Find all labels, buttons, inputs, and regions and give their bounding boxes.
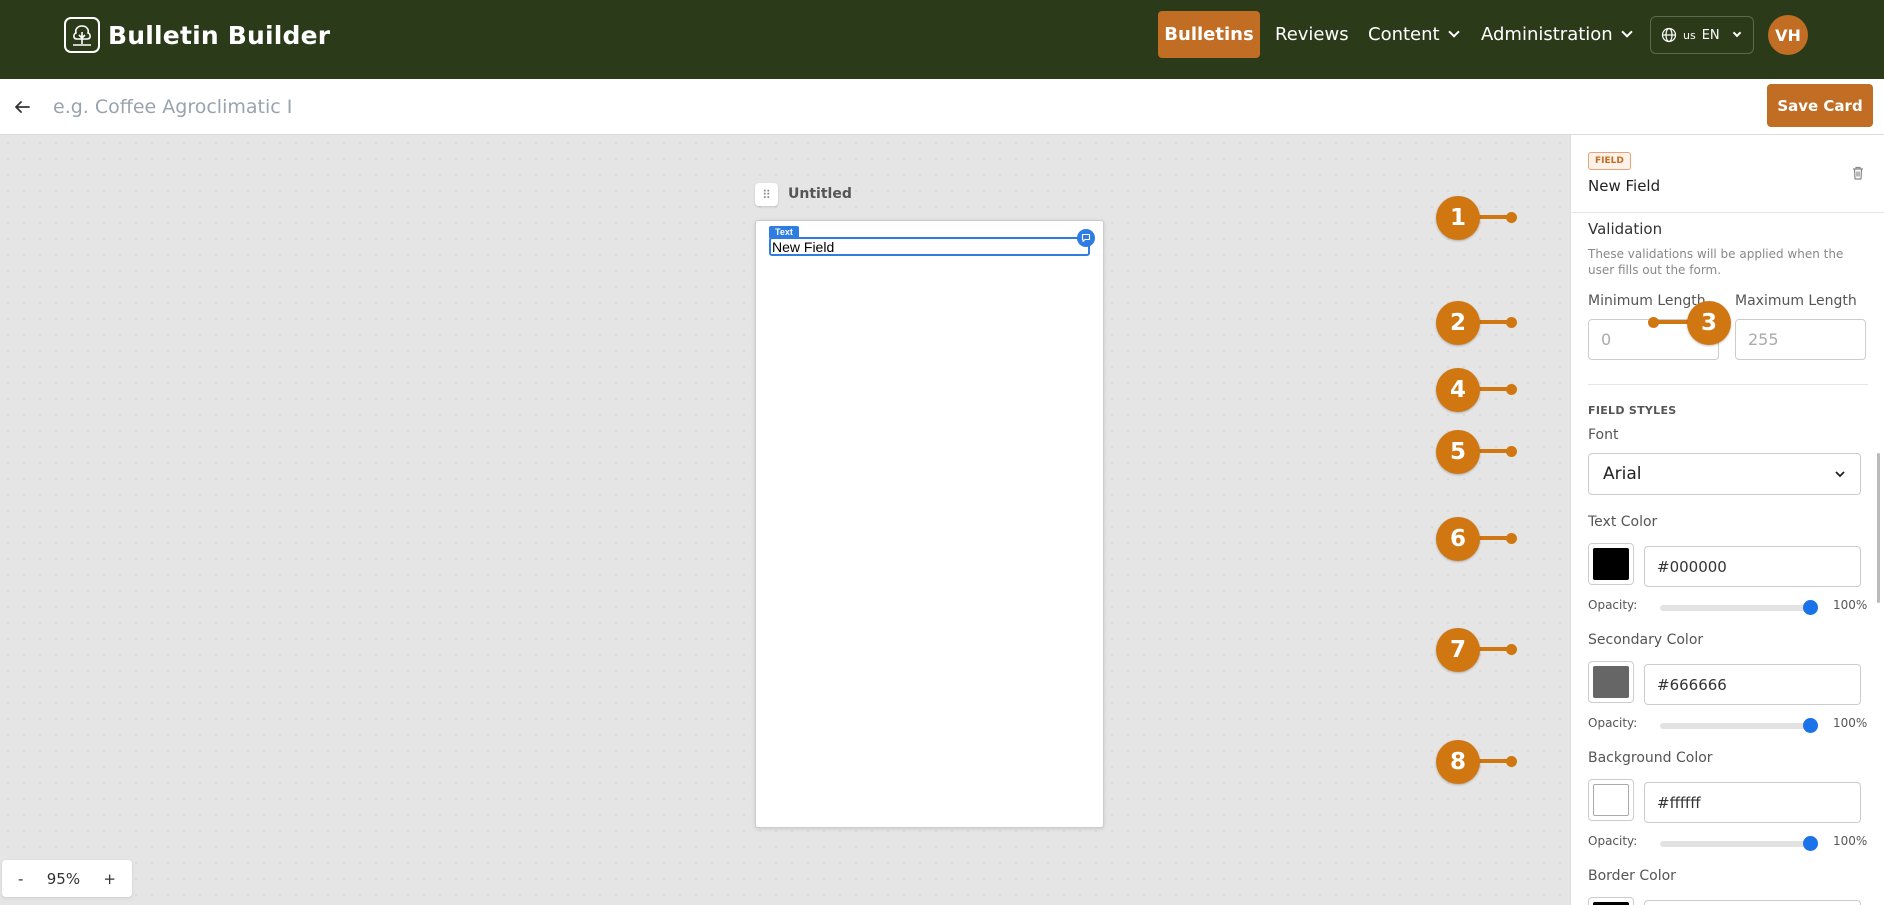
- background-color-swatch[interactable]: [1588, 779, 1634, 821]
- field-text: New Field: [772, 239, 835, 255]
- annotation-number: 7: [1436, 628, 1480, 672]
- language-selector[interactable]: us EN: [1650, 16, 1754, 54]
- secondary-opacity-slider[interactable]: [1660, 723, 1814, 729]
- text-color-label: Text Color: [1588, 514, 1658, 530]
- text-field[interactable]: New Field: [769, 237, 1090, 256]
- text-opacity-thumb[interactable]: [1803, 600, 1818, 615]
- zoom-in-button[interactable]: +: [103, 870, 116, 888]
- validation-help: These validations will be applied when t…: [1588, 247, 1844, 277]
- annotation-number: 6: [1436, 517, 1480, 561]
- globe-icon: [1661, 27, 1677, 43]
- background-opacity-slider[interactable]: [1660, 841, 1814, 847]
- app-title: Bulletin Builder: [108, 20, 331, 50]
- background-opacity-thumb[interactable]: [1803, 836, 1818, 851]
- nav-administration-label: Administration: [1481, 24, 1613, 45]
- chevron-down-icon: [1447, 26, 1460, 38]
- validation-heading: Validation: [1588, 220, 1663, 238]
- field-badge: FIELD: [1588, 152, 1631, 170]
- annotation-number: 8: [1436, 740, 1480, 784]
- bulletin-logo-icon: [64, 17, 100, 53]
- language-flag: us: [1683, 28, 1696, 42]
- card-title-input[interactable]: [53, 92, 653, 122]
- background-color-hex[interactable]: #ffffff: [1644, 782, 1861, 823]
- background-color-label: Background Color: [1588, 750, 1713, 766]
- arrow-left-icon: [15, 101, 30, 113]
- font-value: Arial: [1603, 464, 1642, 484]
- secondary-opacity-label: Opacity:: [1588, 716, 1638, 730]
- annotation-number: 4: [1436, 368, 1480, 412]
- back-button[interactable]: [10, 95, 34, 119]
- text-color-swatch[interactable]: [1588, 543, 1634, 585]
- nav-content-label: Content: [1368, 24, 1440, 45]
- chevron-down-icon: [1621, 26, 1633, 38]
- background-opacity-value: 100%: [1833, 834, 1868, 848]
- annotation-number: 5: [1436, 430, 1480, 474]
- brand[interactable]: Bulletin Builder: [64, 17, 330, 53]
- trash-icon[interactable]: [1850, 165, 1868, 183]
- editor-header: [0, 79, 1884, 135]
- nav-content[interactable]: Content: [1368, 11, 1460, 58]
- border-color-hex[interactable]: [1644, 900, 1861, 905]
- drag-handle-icon[interactable]: ⠿: [755, 183, 778, 206]
- save-card-button[interactable]: Save Card: [1767, 84, 1873, 127]
- card-preview[interactable]: Text New Field: [755, 220, 1104, 828]
- nav-administration[interactable]: Administration: [1481, 11, 1633, 58]
- divider: [1571, 212, 1884, 213]
- secondary-opacity-thumb[interactable]: [1803, 718, 1818, 733]
- border-color-swatch[interactable]: [1588, 897, 1634, 905]
- properties-panel: FIELD New Field Validation These validat…: [1570, 135, 1884, 905]
- top-nav: Bulletin Builder Bulletins Reviews Conte…: [0, 0, 1884, 79]
- user-avatar[interactable]: VH: [1768, 15, 1808, 55]
- secondary-color-label: Secondary Color: [1588, 632, 1704, 648]
- background-opacity-label: Opacity:: [1588, 834, 1638, 848]
- secondary-color-swatch[interactable]: [1588, 661, 1634, 703]
- field-styles-heading: FIELD STYLES: [1588, 404, 1677, 417]
- panel-scrollbar[interactable]: [1877, 453, 1880, 603]
- annotation-number: 3: [1687, 301, 1731, 345]
- chevron-down-icon: [1732, 28, 1741, 37]
- text-opacity-value: 100%: [1833, 598, 1868, 612]
- annotation-number: 1: [1436, 196, 1480, 240]
- nav-reviews[interactable]: Reviews: [1275, 11, 1349, 58]
- card-title: Untitled: [788, 186, 852, 202]
- annotation-number: 2: [1436, 301, 1480, 345]
- text-opacity-slider[interactable]: [1660, 605, 1814, 611]
- zoom-level: 95%: [46, 869, 81, 888]
- min-length-label: Minimum Length: [1588, 293, 1706, 309]
- font-select[interactable]: Arial: [1588, 453, 1861, 495]
- max-length-label: Maximum Length: [1735, 293, 1857, 309]
- field-name: New Field: [1588, 177, 1661, 195]
- zoom-out-button[interactable]: -: [18, 870, 23, 888]
- chevron-down-icon: [1835, 471, 1845, 478]
- border-color-label: Border Color: [1588, 868, 1676, 884]
- zoom-control: - 95% +: [2, 860, 132, 897]
- nav-bulletins[interactable]: Bulletins: [1158, 11, 1260, 58]
- secondary-color-hex[interactable]: #666666: [1644, 664, 1861, 705]
- text-opacity-label: Opacity:: [1588, 598, 1638, 612]
- language-code: EN: [1701, 27, 1720, 43]
- divider: [1588, 384, 1868, 385]
- max-length-input[interactable]: [1735, 319, 1866, 360]
- text-color-hex[interactable]: #000000: [1644, 546, 1861, 587]
- comment-icon[interactable]: [1077, 229, 1095, 247]
- font-label: Font: [1588, 427, 1619, 443]
- secondary-opacity-value: 100%: [1833, 716, 1868, 730]
